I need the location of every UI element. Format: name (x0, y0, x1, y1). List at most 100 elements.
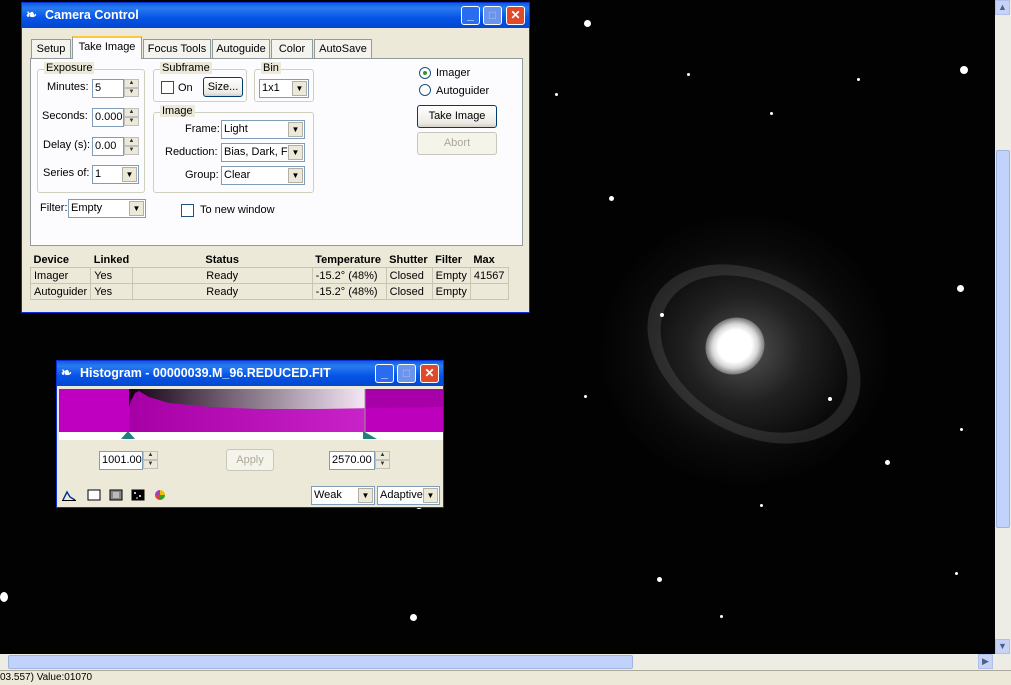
tab-setup[interactable]: Setup (31, 39, 71, 58)
stretch-select[interactable]: Weak ▼ (311, 486, 375, 505)
table-cell: Closed (385, 283, 433, 300)
spin-up-icon[interactable]: ▲ (143, 451, 158, 460)
reduction-value: Bias, Dark, F (224, 146, 288, 158)
spin-up-icon[interactable]: ▲ (375, 451, 390, 460)
low-value-input[interactable]: 1001.00 (99, 451, 143, 470)
delay-spinner[interactable]: ▲ ▼ (124, 137, 139, 156)
spin-down-icon[interactable]: ▼ (124, 117, 139, 126)
spin-up-icon[interactable]: ▲ (124, 137, 139, 146)
status-bar: 03.557) Value:01070 (0, 670, 1011, 685)
column-header: Device (33, 253, 69, 266)
tab-autosave[interactable]: AutoSave (314, 39, 372, 58)
table-cell: Empty (431, 267, 471, 284)
seconds-input[interactable]: 0.000 (92, 108, 124, 127)
histogram-curve-icon[interactable] (62, 489, 76, 501)
chevron-down-icon[interactable]: ▼ (288, 145, 303, 160)
tab-take-image[interactable]: Take Image (72, 36, 142, 59)
chevron-down-icon[interactable]: ▼ (122, 167, 137, 182)
autoguider-radio[interactable] (419, 84, 431, 96)
chevron-down-icon[interactable]: ▼ (129, 201, 144, 216)
histogram-graph[interactable] (59, 389, 443, 432)
horizontal-scroll-thumb[interactable] (8, 655, 633, 669)
scroll-down-icon[interactable]: ▼ (995, 639, 1010, 654)
close-icon[interactable]: ✕ (420, 364, 439, 383)
tab-focus-tools[interactable]: Focus Tools (143, 39, 211, 58)
scroll-corner (995, 654, 1011, 670)
vertical-scroll-thumb[interactable] (996, 150, 1010, 528)
bin-select[interactable]: 1x1 ▼ (259, 79, 309, 98)
group-label: Subframe (160, 62, 212, 74)
spin-down-icon[interactable]: ▼ (143, 460, 158, 469)
camera-app-icon: ❧ (26, 7, 37, 22)
frame-label: Frame: (185, 123, 220, 135)
high-marker-icon[interactable] (363, 431, 377, 439)
vertical-scrollbar[interactable]: ▲ ▼ (995, 0, 1011, 654)
spin-down-icon[interactable]: ▼ (124, 88, 139, 97)
delay-label: Delay (s): (43, 139, 91, 151)
tab-label: Take Image (78, 41, 136, 53)
tab-label: AutoSave (319, 43, 367, 55)
low-marker-icon[interactable] (121, 431, 135, 439)
histogram-titlebar[interactable]: ❧ Histogram - 00000039.M_96.REDUCED.FIT … (57, 361, 443, 386)
table-cell: -15.2° (48%) (311, 283, 387, 300)
close-icon[interactable]: ✕ (506, 6, 525, 25)
high-spinner[interactable]: ▲ ▼ (375, 451, 390, 470)
reduction-label: Reduction: (165, 146, 218, 158)
spin-down-icon[interactable]: ▼ (375, 460, 390, 469)
table-cell: -15.2° (48%) (311, 267, 387, 284)
star (885, 460, 890, 465)
star (960, 66, 968, 74)
color-wheel-icon[interactable] (153, 489, 167, 501)
stars-frame-icon[interactable] (131, 489, 145, 501)
grey-frame-icon[interactable] (109, 489, 123, 501)
minimize-icon[interactable]: _ (461, 6, 480, 25)
scroll-up-icon[interactable]: ▲ (995, 0, 1010, 15)
chevron-down-icon[interactable]: ▼ (358, 488, 373, 503)
seconds-spinner[interactable]: ▲ ▼ (124, 108, 139, 127)
mode-select[interactable]: Adaptive ▼ (377, 486, 440, 505)
low-spinner[interactable]: ▲ ▼ (143, 451, 158, 470)
subframe-on-checkbox[interactable] (161, 81, 174, 94)
take-image-button[interactable]: Take Image (417, 105, 497, 128)
table-cell: Closed (385, 267, 433, 284)
star (687, 73, 690, 76)
minimize-icon[interactable]: _ (375, 364, 394, 383)
camera-control-titlebar[interactable]: ❧ Camera Control _ □ ✕ (22, 3, 529, 28)
device-status-table: Device Linked Status Temperature Shutter… (29, 252, 509, 300)
seconds-label: Seconds: (42, 110, 88, 122)
imager-radio[interactable] (419, 67, 431, 79)
series-value: 1 (95, 168, 102, 180)
size-button[interactable]: Size... (203, 77, 243, 97)
chevron-down-icon[interactable]: ▼ (288, 168, 303, 183)
group-select[interactable]: Clear ▼ (221, 166, 305, 185)
table-cell: 41567 (469, 267, 509, 284)
minutes-spinner[interactable]: ▲ ▼ (124, 79, 139, 98)
tab-autoguide[interactable]: Autoguide (212, 39, 270, 58)
marker-track (59, 432, 443, 440)
table-cell (469, 283, 509, 300)
new-window-checkbox[interactable] (181, 204, 194, 217)
spin-up-icon[interactable]: ▲ (124, 79, 139, 88)
tab-color[interactable]: Color (271, 39, 313, 58)
spin-down-icon[interactable]: ▼ (124, 146, 139, 155)
frame-select[interactable]: Light ▼ (221, 120, 305, 139)
chevron-down-icon[interactable]: ▼ (423, 488, 438, 503)
white-frame-icon[interactable] (87, 489, 101, 501)
delay-input[interactable]: 0.00 (92, 137, 124, 156)
table-row[interactable]: Imager Yes Ready -15.2° (48%) Closed Emp… (29, 267, 509, 284)
high-value-input[interactable]: 2570.00 (329, 451, 375, 470)
scroll-right-icon[interactable]: ▶ (978, 654, 993, 669)
minutes-input[interactable]: 5 (92, 79, 124, 98)
star (828, 397, 832, 401)
camera-control-window: ❧ Camera Control _ □ ✕ Setup Take Image … (21, 2, 530, 313)
chevron-down-icon[interactable]: ▼ (292, 81, 307, 96)
autoguider-radio-label: Autoguider (436, 85, 490, 97)
reduction-select[interactable]: Bias, Dark, F ▼ (221, 143, 305, 162)
horizontal-scrollbar[interactable]: ▶ (0, 654, 995, 670)
table-row[interactable]: Autoguider Yes Ready -15.2° (48%) Closed… (29, 283, 509, 300)
tab-label: Autoguide (216, 43, 266, 55)
spin-up-icon[interactable]: ▲ (124, 108, 139, 117)
filter-select[interactable]: Empty ▼ (68, 199, 146, 218)
chevron-down-icon[interactable]: ▼ (288, 122, 303, 137)
series-select[interactable]: 1 ▼ (92, 165, 139, 184)
